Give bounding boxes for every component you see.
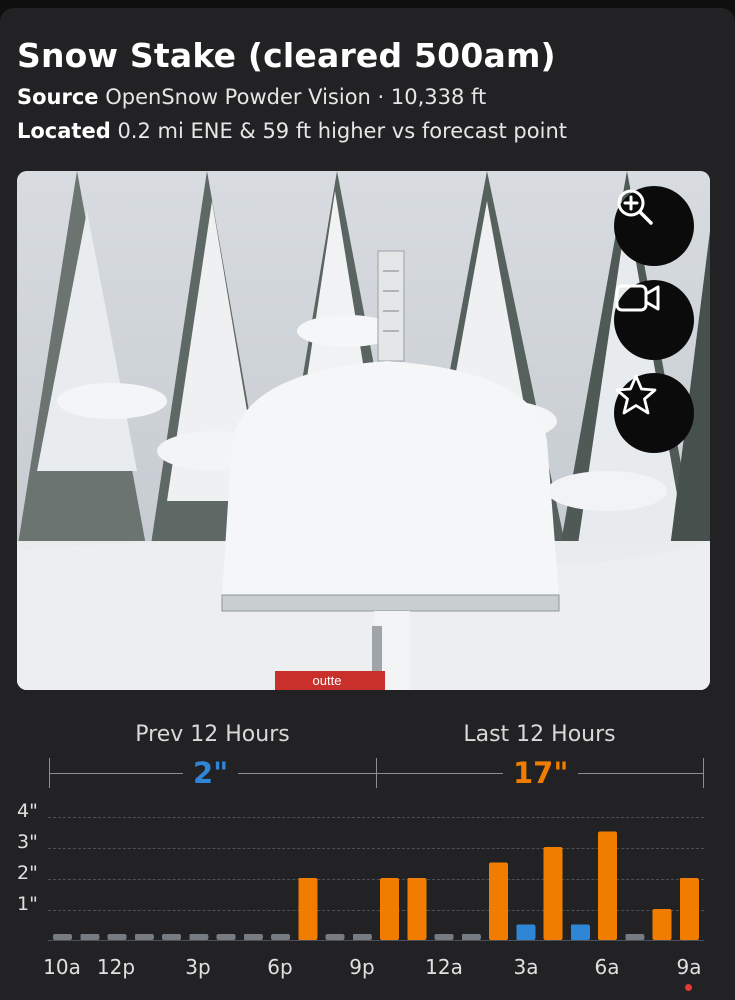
snowfall-bar — [407, 878, 427, 940]
snowfall-bar — [298, 878, 318, 940]
gridline — [48, 879, 704, 880]
x-tick-label: 9a — [676, 955, 702, 979]
prev-12-hours-label: Prev 12 Hours — [135, 722, 290, 747]
x-tick-label: 9p — [349, 955, 375, 979]
snow-scene: outte — [17, 171, 710, 690]
gridline — [48, 848, 704, 849]
snowfall-bar — [679, 878, 699, 940]
zoom-in-button[interactable] — [614, 186, 694, 266]
source-line: Source OpenSnow Powder Vision · 10,338 f… — [17, 85, 486, 109]
gridline — [48, 817, 704, 818]
gridline — [48, 910, 704, 911]
video-camera-icon — [615, 284, 660, 312]
y-tick-label: 1" — [17, 893, 38, 915]
current-time-indicator — [685, 984, 692, 991]
snowfall-bar — [570, 924, 590, 940]
y-tick-label: 3" — [17, 831, 38, 853]
source-label: Source — [17, 85, 99, 109]
snowfall-bar — [516, 924, 536, 940]
snow-stake-camera-image[interactable]: outte — [17, 171, 710, 690]
x-tick-label: 12p — [96, 955, 136, 979]
snowfall-bar — [652, 909, 672, 940]
location-line: Located 0.2 mi ENE & 59 ft higher vs for… — [17, 119, 567, 143]
star-icon — [615, 374, 657, 415]
located-value: 0.2 mi ENE & 59 ft higher vs forecast po… — [117, 119, 567, 143]
y-tick-label: 2" — [17, 862, 38, 884]
bracket-tick — [703, 758, 704, 788]
x-tick-label: 12a — [425, 955, 463, 979]
snowfall-bar — [380, 878, 399, 940]
snow-stake-card: Snow Stake (cleared 500am) Source OpenSn… — [0, 8, 735, 1000]
snowfall-bar — [543, 847, 563, 940]
x-tick-label: 3a — [513, 955, 539, 979]
snowfall-bar — [489, 862, 508, 940]
zoom-in-icon — [617, 189, 653, 225]
x-tick-label: 10a — [43, 955, 81, 979]
located-label: Located — [17, 119, 111, 143]
page-title: Snow Stake (cleared 500am) — [17, 36, 556, 75]
y-tick-label: 4" — [17, 800, 38, 822]
x-tick-label: 6p — [267, 955, 293, 979]
x-tick-label: 6a — [594, 955, 620, 979]
source-value: OpenSnow Powder Vision · 10,338 ft — [105, 85, 487, 109]
last-total: 17" — [503, 756, 579, 790]
chart-baseline — [48, 940, 704, 941]
x-tick-label: 3p — [185, 955, 211, 979]
favorite-button[interactable] — [614, 373, 694, 453]
prev-total: 2" — [183, 756, 239, 790]
video-button[interactable] — [614, 280, 694, 360]
last-12-hours-label: Last 12 Hours — [463, 722, 616, 747]
stake-brand-text: outte — [313, 673, 342, 688]
